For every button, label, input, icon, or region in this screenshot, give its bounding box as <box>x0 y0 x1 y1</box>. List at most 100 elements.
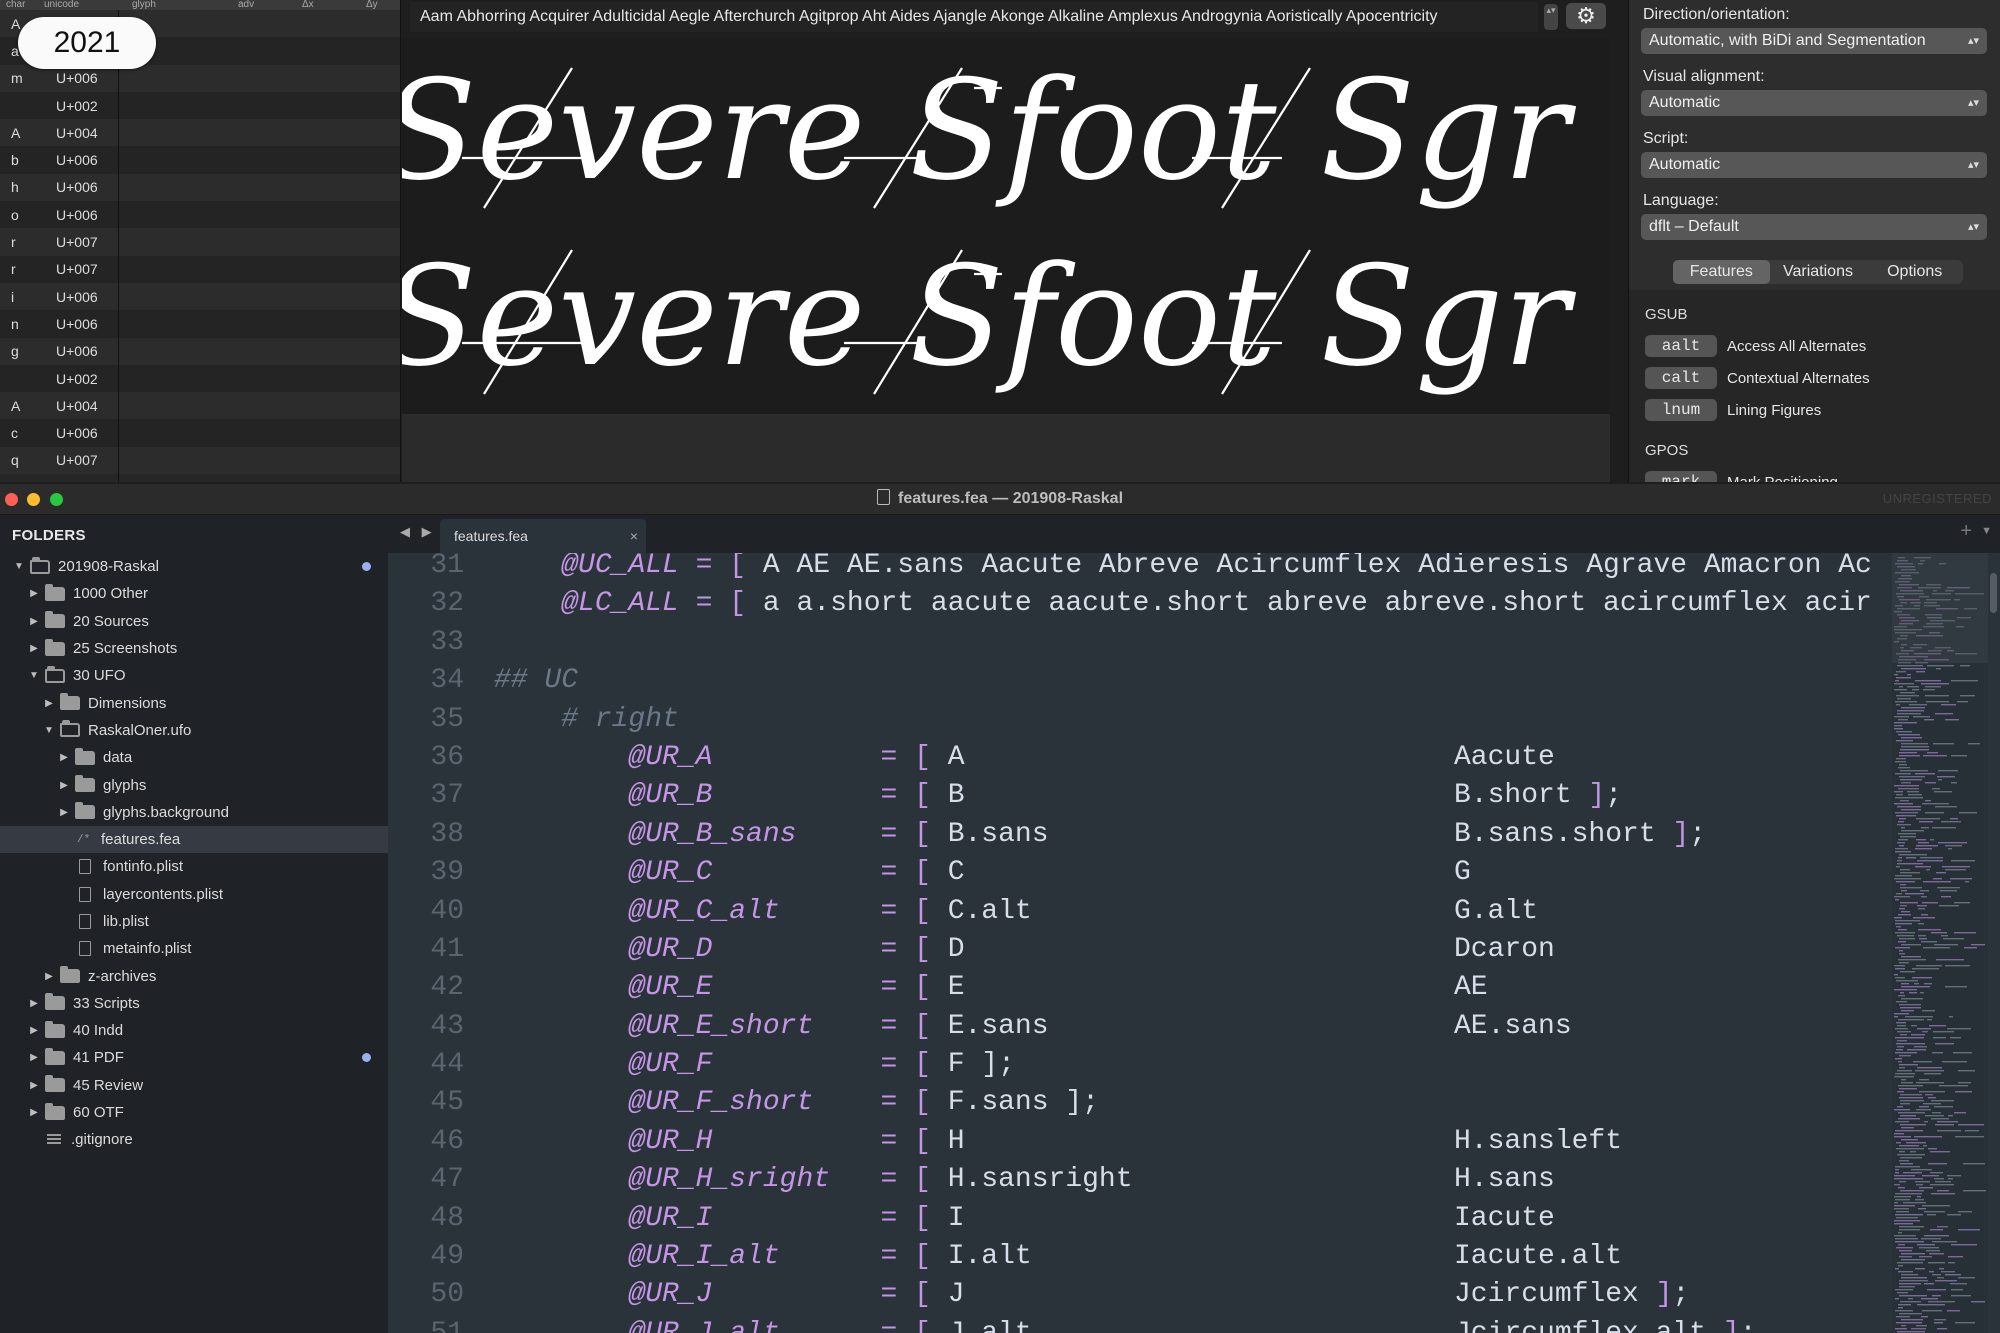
col-header-glyph[interactable]: glyph <box>126 0 232 10</box>
tab-nav-arrows-icon[interactable]: ◀ ▶ <box>400 524 436 540</box>
code-line[interactable]: 39 @UR_C = [ C G <box>388 854 1892 892</box>
tree-item[interactable]: ▶ 60 OTF <box>0 1099 388 1126</box>
code-line[interactable]: 32 @LC_ALL = [ a a.short aacute aacute.s… <box>388 585 1892 623</box>
tree-item[interactable]: ▶ data <box>0 744 388 771</box>
tree-item[interactable]: ▼ 30 UFO <box>0 662 388 689</box>
tree-item[interactable]: fontinfo.plist <box>0 853 388 880</box>
tree-item[interactable]: ▶ 40 Indd <box>0 1017 388 1044</box>
disclosure-closed-icon[interactable]: ▶ <box>57 752 71 763</box>
glyph-row[interactable]: q U+007 <box>0 446 400 475</box>
disclosure-closed-icon[interactable]: ▶ <box>57 807 71 818</box>
disclosure-open-icon[interactable]: ▼ <box>27 670 41 681</box>
col-header-unicode[interactable]: unicode <box>38 0 126 10</box>
col-header-dx[interactable]: Δx <box>296 0 360 10</box>
sample-stepper[interactable]: ▴▾ <box>1544 4 1558 30</box>
glyph-row[interactable]: A U+004 <box>0 392 400 420</box>
glyph-row[interactable]: U+002 <box>0 91 400 120</box>
feature-row-mark[interactable]: mark Mark Positioning <box>1645 470 1838 482</box>
window-titlebar[interactable]: features.fea — 201908-Raskal UNREGISTERE… <box>0 484 2000 515</box>
disclosure-closed-icon[interactable]: ▶ <box>27 643 41 654</box>
code-line[interactable]: 36 @UR_A = [ A Aacute <box>388 739 1892 777</box>
tree-item[interactable]: ▶ 25 Screenshots <box>0 635 388 662</box>
glyph-row[interactable]: h U+006 <box>0 173 400 202</box>
feature-row-aalt[interactable]: aalt Access All Alternates <box>1645 334 1866 358</box>
code-editor[interactable]: 31 @UC_ALL = [ A AE AE.sans Aacute Abrev… <box>388 553 1892 1333</box>
feature-row-calt[interactable]: calt Contextual Alternates <box>1645 366 1870 390</box>
code-line[interactable]: 38 @UR_B_sans = [ B.sans B.sans.short ]; <box>388 816 1892 854</box>
script-select[interactable]: Automatic ▴▾ <box>1641 152 1987 178</box>
tab-close-icon[interactable]: × <box>630 519 638 553</box>
glyph-row[interactable]: n U+006 <box>0 310 400 338</box>
code-line[interactable]: 35 # right <box>388 701 1892 739</box>
col-header-char[interactable]: char <box>0 0 38 10</box>
col-header-adv[interactable]: adv <box>232 0 296 10</box>
tab-options[interactable]: Options <box>1866 260 1963 284</box>
vertical-scrollbar[interactable] <box>1988 553 2000 1333</box>
col-header-dy[interactable]: Δy <box>360 0 378 10</box>
alignment-select[interactable]: Automatic ▴▾ <box>1641 90 1987 116</box>
code-line[interactable]: 47 @UR_H_sright = [ H.sansright H.sans <box>388 1161 1892 1199</box>
tree-item[interactable]: ▶ glyphs.background <box>0 799 388 826</box>
minimap[interactable] <box>1892 553 1988 1333</box>
language-select[interactable]: dflt – Default ▴▾ <box>1641 214 1987 240</box>
code-line[interactable]: 50 @UR_J = [ J Jcircumflex ]; <box>388 1276 1892 1314</box>
tree-item[interactable]: ▶ 33 Scripts <box>0 990 388 1017</box>
disclosure-closed-icon[interactable]: ▶ <box>57 780 71 791</box>
code-line[interactable]: 33 <box>388 624 1892 662</box>
code-line[interactable]: 45 @UR_F_short = [ F.sans ]; <box>388 1084 1892 1122</box>
glyph-row[interactable]: b U+006 <box>0 146 400 174</box>
tree-item[interactable]: /* features.fea <box>0 825 388 854</box>
code-line[interactable]: 46 @UR_H = [ H H.sansleft <box>388 1123 1892 1161</box>
sample-text-input[interactable] <box>410 2 1538 32</box>
code-line[interactable]: 43 @UR_E_short = [ E.sans AE.sans <box>388 1008 1892 1046</box>
glyph-row[interactable]: r U+007 <box>0 255 400 283</box>
glyph-row[interactable]: o U+006 <box>0 201 400 229</box>
feature-tag-toggle[interactable]: mark <box>1645 471 1717 482</box>
tree-item[interactable]: layercontents.plist <box>0 881 388 908</box>
disclosure-closed-icon[interactable]: ▶ <box>27 1052 41 1063</box>
code-line[interactable]: 44 @UR_F = [ F ]; <box>388 1046 1892 1084</box>
tree-item[interactable]: ▶ 20 Sources <box>0 608 388 635</box>
feature-tag-toggle[interactable]: calt <box>1645 367 1717 389</box>
gear-button[interactable]: ⚙ <box>1566 3 1606 29</box>
feature-tag-toggle[interactable]: aalt <box>1645 335 1717 357</box>
disclosure-closed-icon[interactable]: ▶ <box>27 1025 41 1036</box>
glyph-row[interactable]: A U+004 <box>0 119 400 147</box>
tree-item[interactable]: .gitignore <box>0 1126 388 1153</box>
minimap-viewport[interactable] <box>1892 553 1988 663</box>
code-line[interactable]: 48 @UR_I = [ I Iacute <box>388 1200 1892 1238</box>
tab-menu-icon[interactable]: ▼ <box>1981 525 1992 537</box>
tree-item[interactable]: ▶ z-archives <box>0 962 388 989</box>
disclosure-closed-icon[interactable]: ▶ <box>27 998 41 1009</box>
code-line[interactable]: 34 ## UC <box>388 662 1892 700</box>
disclosure-closed-icon[interactable]: ▶ <box>27 588 41 599</box>
disclosure-closed-icon[interactable]: ▶ <box>27 616 41 627</box>
glyph-row[interactable]: i U+006 <box>0 282 400 311</box>
code-line[interactable]: 31 @UC_ALL = [ A AE AE.sans Aacute Abrev… <box>388 553 1892 585</box>
glyph-row[interactable]: c U+006 <box>0 419 400 447</box>
tree-item[interactable]: ▶ 1000 Other <box>0 580 388 607</box>
code-line[interactable]: 37 @UR_B = [ B B.short ]; <box>388 777 1892 815</box>
glyph-row[interactable]: r U+007 <box>0 228 400 256</box>
tree-item[interactable]: lib.plist <box>0 908 388 935</box>
tree-item[interactable]: metainfo.plist <box>0 935 388 962</box>
code-line[interactable]: 40 @UR_C_alt = [ C.alt G.alt <box>388 893 1892 931</box>
code-line[interactable]: 42 @UR_E = [ E AE <box>388 969 1892 1007</box>
new-tab-icon[interactable]: + <box>1960 520 1972 543</box>
disclosure-closed-icon[interactable]: ▶ <box>27 1107 41 1118</box>
tree-item[interactable]: ▶ Dimensions <box>0 689 388 716</box>
disclosure-closed-icon[interactable]: ▶ <box>42 971 56 982</box>
disclosure-closed-icon[interactable]: ▶ <box>42 698 56 709</box>
code-line[interactable]: 41 @UR_D = [ D Dcaron <box>388 931 1892 969</box>
tree-item[interactable]: ▼ RaskalOner.ufo <box>0 717 388 744</box>
disclosure-open-icon[interactable]: ▼ <box>42 725 56 736</box>
tab-features-fea[interactable]: features.fea × <box>440 519 646 553</box>
tree-item[interactable]: ▶ glyphs <box>0 771 388 798</box>
feature-row-lnum[interactable]: lnum Lining Figures <box>1645 398 1821 422</box>
disclosure-closed-icon[interactable]: ▶ <box>27 1080 41 1091</box>
disclosure-open-icon[interactable]: ▼ <box>12 561 26 572</box>
tab-variations[interactable]: Variations <box>1770 260 1867 284</box>
tree-item[interactable]: ▼ 201908-Raskal <box>0 553 388 580</box>
glyph-row[interactable]: U+002 <box>0 364 400 393</box>
direction-select[interactable]: Automatic, with BiDi and Segmentation ▴▾ <box>1641 28 1987 54</box>
